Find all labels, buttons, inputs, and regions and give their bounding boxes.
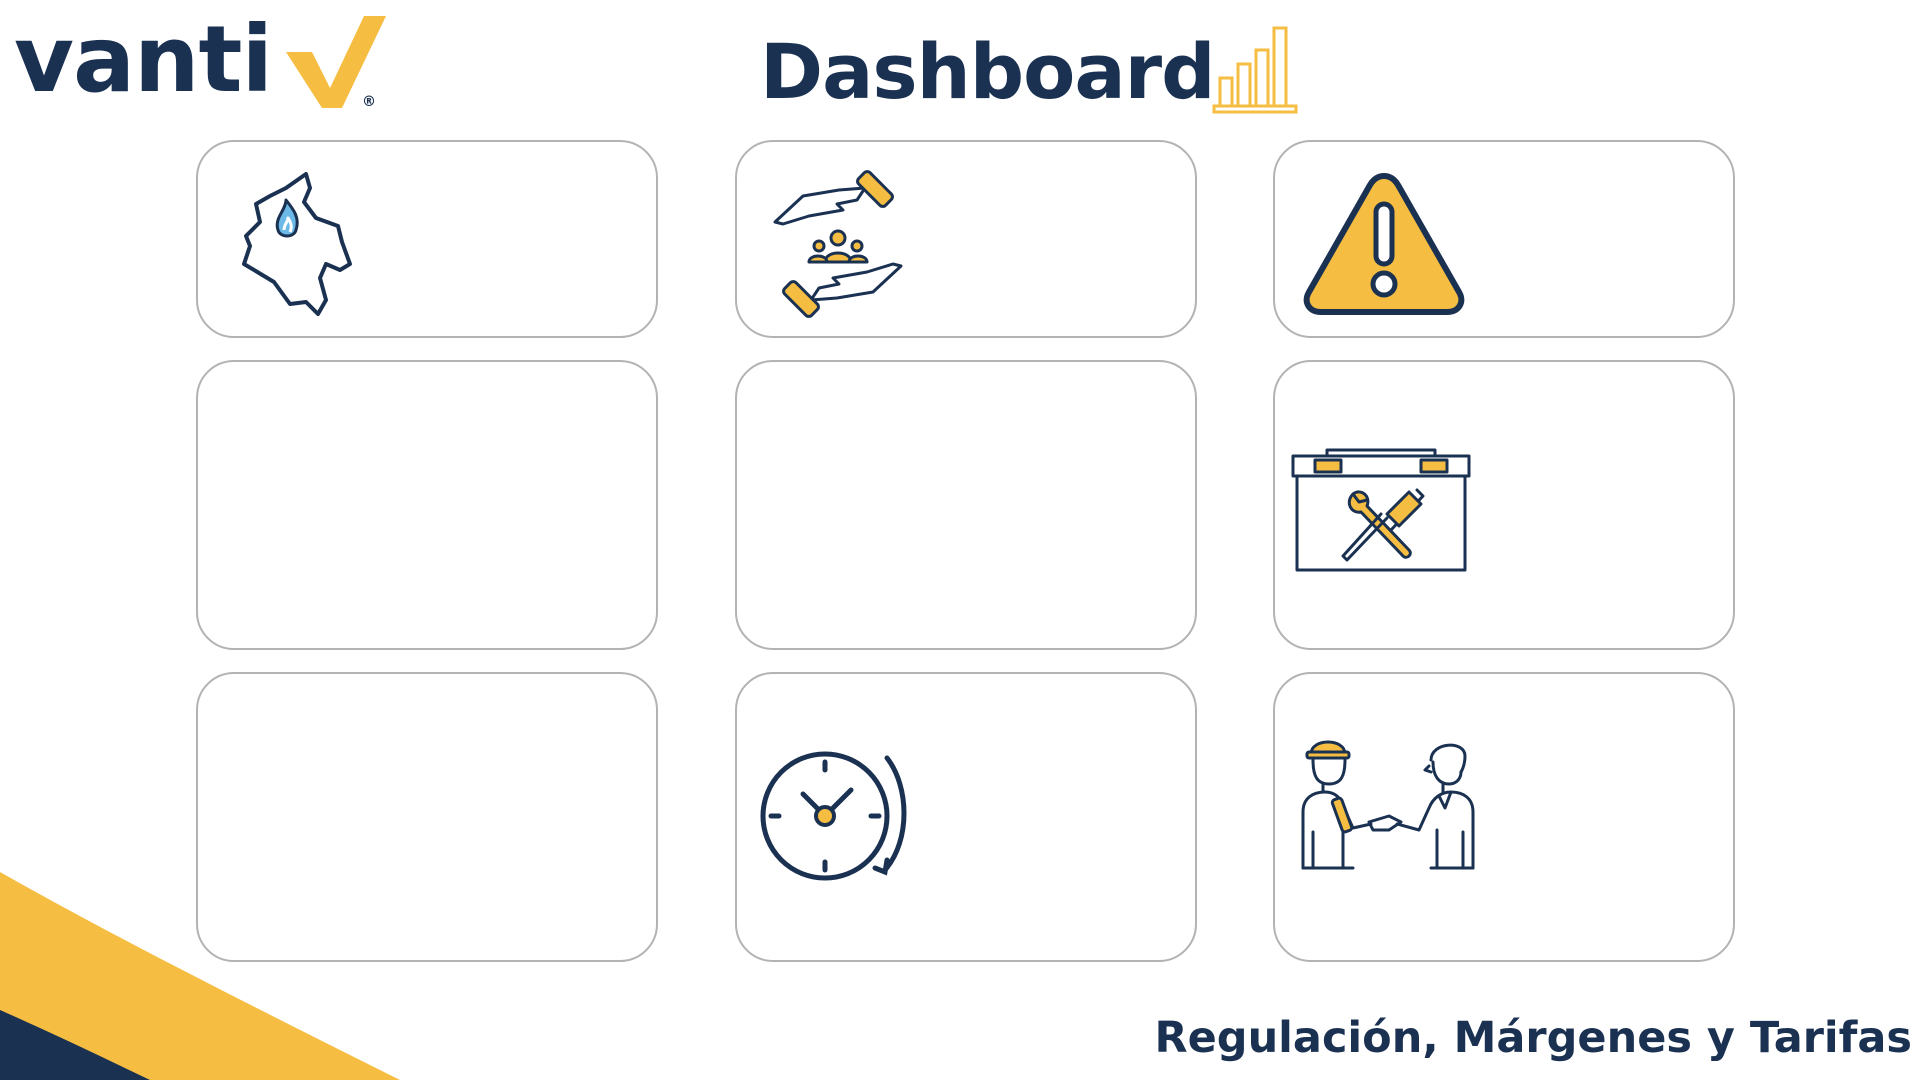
community-hands-icon [773,166,903,322]
logo-wordmark: vanti [14,6,273,113]
registered-mark: ® [362,94,376,110]
toolbox-icon [1291,448,1471,572]
clock-rotate-icon [759,744,919,884]
vanti-logo: vanti ® [14,10,394,110]
card-agreement[interactable] [1273,672,1735,962]
card-gas-colombia[interactable] [196,140,658,338]
page-subtitle: Regulación, Márgenes y Tarifas [1154,1013,1912,1063]
card-empty-2[interactable] [735,360,1197,650]
decorative-wave [0,872,400,1080]
card-alert[interactable] [1273,140,1735,338]
card-maintenance[interactable] [1273,360,1735,650]
bar-chart-icon [1212,26,1298,114]
colombia-gas-map-icon [234,160,354,320]
card-community[interactable] [735,140,1197,338]
card-time[interactable] [735,672,1197,962]
page-title: Dashboard [760,27,1215,116]
card-empty-1[interactable] [196,360,658,650]
handshake-workers-icon [1301,732,1477,872]
warning-triangle-icon [1301,170,1467,318]
